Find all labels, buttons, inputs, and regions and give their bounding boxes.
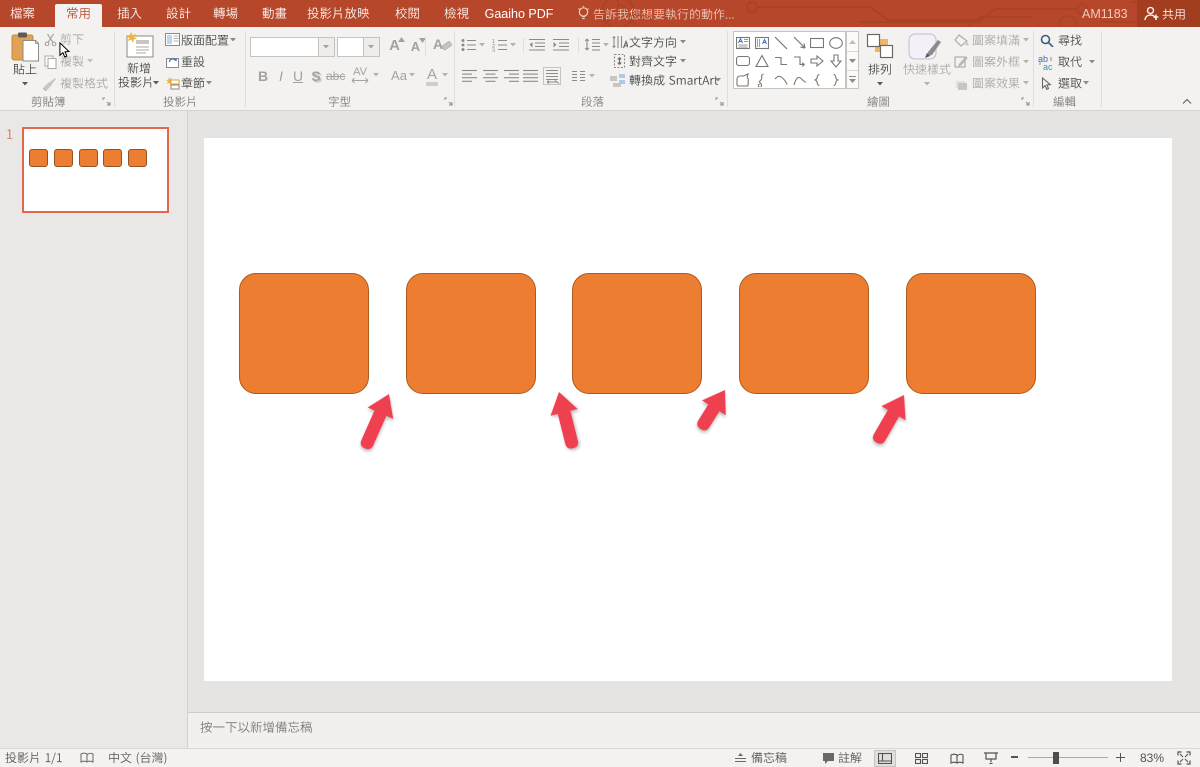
svg-text:ac: ac (1043, 62, 1053, 70)
svg-text:3: 3 (492, 49, 495, 53)
